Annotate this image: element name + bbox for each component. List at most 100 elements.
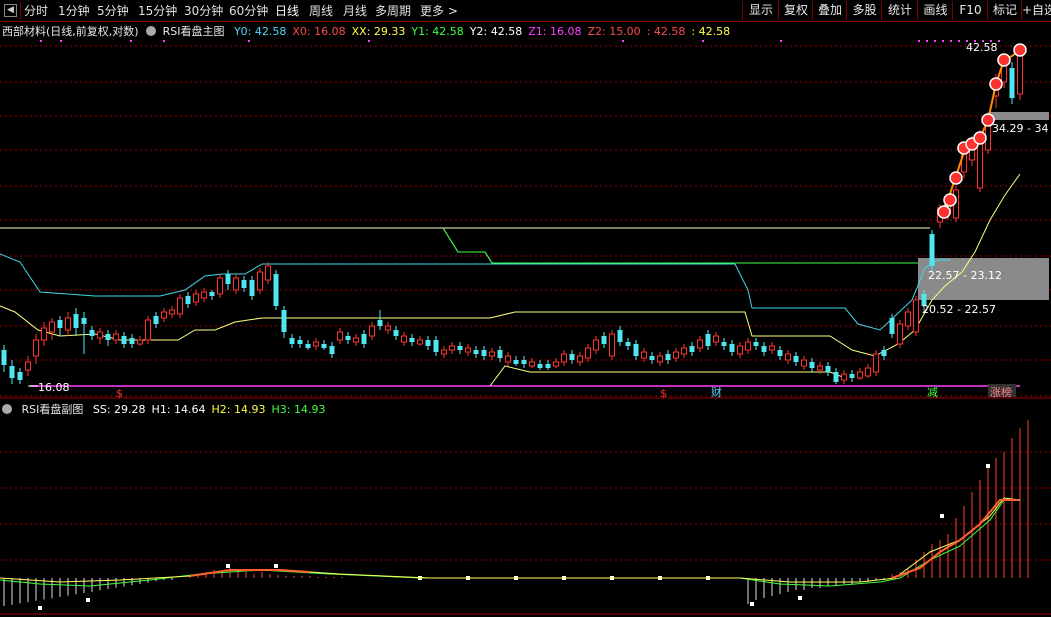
candle-body-57 xyxy=(457,346,463,350)
candle-body-82 xyxy=(657,355,663,363)
tab-5[interactable]: 60分钟 xyxy=(229,2,268,20)
candle-body-94 xyxy=(753,342,759,346)
candle-body-79 xyxy=(633,344,639,356)
band-top-label: 34.29 - 34 xyxy=(992,122,1048,135)
candle-body-35 xyxy=(281,310,287,332)
candle-body-49 xyxy=(393,330,399,336)
toolbar-button-0[interactable]: 显示 xyxy=(742,1,779,20)
candle-body-67 xyxy=(537,364,543,368)
candle-body-53 xyxy=(425,340,431,346)
candle-body-21 xyxy=(169,309,175,315)
candle-body-45 xyxy=(361,334,367,344)
toolbar-button-5[interactable]: 画线 xyxy=(917,1,953,20)
marker-cai: 财 xyxy=(711,385,722,399)
candle-body-64 xyxy=(513,360,519,364)
toolbar-divider xyxy=(20,2,21,20)
candle-body-16 xyxy=(129,338,135,344)
candle-body-83 xyxy=(665,354,671,360)
candle-body-84 xyxy=(673,351,679,359)
candle-body-116 xyxy=(929,234,935,266)
tab-2[interactable]: 5分钟 xyxy=(97,2,129,20)
top-dot-1 xyxy=(60,40,62,42)
candle-body-14 xyxy=(113,333,119,341)
candle-body-114 xyxy=(913,299,919,333)
candle-body-69 xyxy=(553,361,559,367)
candle-body-92 xyxy=(737,345,743,355)
candle-body-76 xyxy=(609,333,615,357)
toolbar-button-1[interactable]: 复权 xyxy=(778,1,813,20)
tab-9[interactable]: 多周期 xyxy=(375,2,411,20)
candle-body-2 xyxy=(17,372,23,380)
band-low-label: 20.52 - 22.57 xyxy=(922,303,996,316)
cyan-upper-line xyxy=(0,227,918,264)
sub-red-segment xyxy=(189,569,311,577)
tab-3[interactable]: 15分钟 xyxy=(138,2,177,20)
candle-body-48 xyxy=(385,325,391,331)
buy-marker-9 xyxy=(1013,43,1027,57)
candle-body-105 xyxy=(841,373,847,381)
candle-body-95 xyxy=(761,346,767,352)
candle-body-15 xyxy=(121,336,127,344)
top-dot xyxy=(934,40,936,42)
candle-body-3 xyxy=(25,361,31,371)
candle-body-87 xyxy=(697,339,703,349)
chevron-left-icon[interactable]: ◀ xyxy=(4,4,17,17)
buy-marker-8 xyxy=(997,53,1011,67)
candle-body-33 xyxy=(265,265,271,281)
marker-jian: 减 xyxy=(927,386,938,399)
candle-body-93 xyxy=(745,341,751,351)
sub-dot-top-1 xyxy=(986,464,990,468)
top-dot xyxy=(998,40,1000,42)
top-dot-6 xyxy=(622,40,624,42)
toolbar-button-3[interactable]: 多股 xyxy=(846,1,882,20)
toolbar-button-4[interactable]: 统计 xyxy=(881,1,918,20)
candle-body-109 xyxy=(873,353,879,373)
candle-body-96 xyxy=(769,345,775,351)
tab-8[interactable]: 月线 xyxy=(343,2,367,20)
candle-body-108 xyxy=(865,367,871,377)
candle-body-18 xyxy=(145,319,151,341)
candle-body-1 xyxy=(9,366,15,378)
sub-dot-top-0 xyxy=(940,514,944,518)
sub-yellow-line xyxy=(0,497,1021,583)
tab-0[interactable]: 分时 xyxy=(24,2,48,20)
high-price-label: 42.58 xyxy=(966,41,998,54)
candle-body-113 xyxy=(905,311,911,327)
top-dot xyxy=(942,40,944,42)
candle-body-98 xyxy=(785,353,791,361)
tab-1[interactable]: 1分钟 xyxy=(58,2,90,20)
toolbar-button-7[interactable]: 标记 xyxy=(987,1,1022,20)
candle-body-5 xyxy=(41,327,47,341)
toolbar-button-8[interactable]: +自选 xyxy=(1021,1,1051,20)
candle-body-89 xyxy=(713,335,719,343)
candle-body-34 xyxy=(273,274,279,306)
kline-chart[interactable]: 42.58 16.08 34.29 - 34 22.57 - 23.12 20.52 -… xyxy=(0,22,1051,617)
tab-6[interactable]: 日线 xyxy=(275,2,299,20)
candle-body-60 xyxy=(481,350,487,356)
toolbar-button-6[interactable]: F10 xyxy=(952,1,988,20)
candle-body-59 xyxy=(473,350,479,354)
candle-body-41 xyxy=(329,346,335,354)
candle-body-126 xyxy=(1009,68,1015,98)
candle-body-8 xyxy=(65,317,71,331)
candle-body-68 xyxy=(545,364,551,368)
tab-4[interactable]: 30分钟 xyxy=(184,2,223,20)
top-dot xyxy=(926,40,928,42)
candle-body-47 xyxy=(377,320,383,326)
tab-10[interactable]: 更多 > xyxy=(420,2,458,20)
candle-body-0 xyxy=(1,350,7,365)
top-dot-7 xyxy=(702,40,704,42)
top-dot xyxy=(950,40,952,42)
sub-dot-mid-1 xyxy=(274,564,278,568)
candle-body-11 xyxy=(89,330,95,336)
marker-zhangbang: 涨榜 xyxy=(990,385,1012,399)
candle-body-110 xyxy=(881,350,887,356)
cyan-envelope xyxy=(0,253,950,331)
sub-dot-right-1 xyxy=(798,596,802,600)
tab-7[interactable]: 周线 xyxy=(309,2,333,20)
toolbar-button-2[interactable]: 叠加 xyxy=(812,1,847,20)
buy-marker-0 xyxy=(937,205,951,219)
candle-body-86 xyxy=(689,346,695,352)
candle-body-40 xyxy=(321,344,327,348)
candle-body-24 xyxy=(193,293,199,303)
